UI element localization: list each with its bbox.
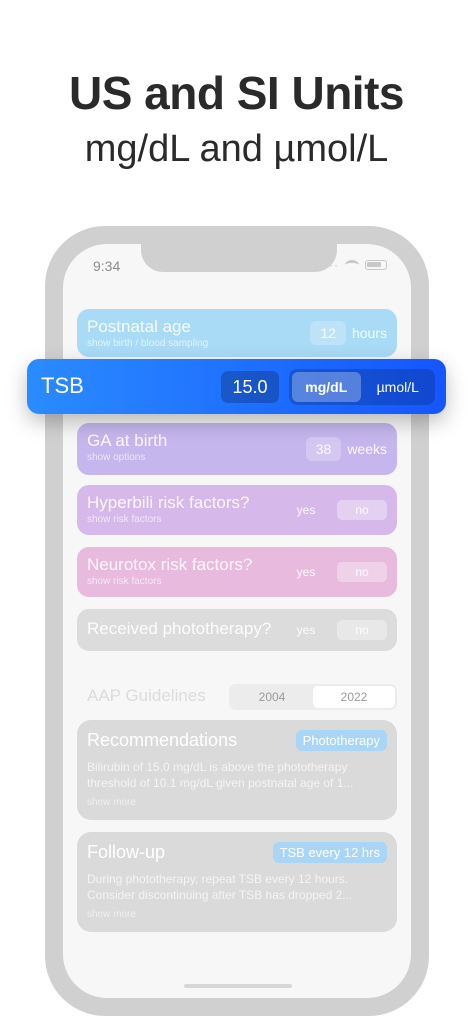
unit-segmented-control[interactable]: mg/dL µmol/L xyxy=(289,369,435,405)
ga-at-birth-unit: weeks xyxy=(347,441,387,457)
recommendations-body: Bilirubin of 15.0 mg/dL is above the pho… xyxy=(87,760,354,790)
followup-tag: TSB every 12 hrs xyxy=(272,842,387,863)
phototherapy-no-button[interactable]: no xyxy=(337,620,387,640)
recommendations-title: Recommendations xyxy=(87,730,238,750)
status-time: 9:34 xyxy=(93,258,121,274)
followup-body: During phototherapy, repeat TSB every 12… xyxy=(87,872,353,902)
ga-at-birth-card[interactable]: GA at birth show options 38 weeks xyxy=(77,423,397,475)
aap-option-2004[interactable]: 2004 xyxy=(231,686,313,708)
phone-frame: 9:34 ···· Postnatal age show birth / blo… xyxy=(45,226,429,1016)
aap-guidelines-label: AAP Guidelines xyxy=(87,686,206,705)
postnatal-age-card[interactable]: Postnatal age show birth / blood samplin… xyxy=(77,309,397,357)
recommendations-tag: Phototherapy xyxy=(295,730,387,751)
phone-screen: 9:34 ···· Postnatal age show birth / blo… xyxy=(63,244,411,998)
neurotox-no-button[interactable]: no xyxy=(337,562,387,582)
aap-option-2022[interactable]: 2022 xyxy=(313,686,395,708)
headline: US and SI Units xyxy=(69,67,404,119)
followup-card: Follow-up TSB every 12 hrs During photot… xyxy=(77,832,397,932)
postnatal-age-unit: hours xyxy=(351,325,387,341)
home-indicator[interactable] xyxy=(184,984,292,988)
neurotox-card: Neurotox risk factors? show risk factors… xyxy=(77,547,397,597)
wifi-icon xyxy=(345,260,359,270)
followup-show-more[interactable]: show more xyxy=(87,909,387,920)
tsb-label: TSB xyxy=(41,373,84,398)
unit-option-umoll[interactable]: µmol/L xyxy=(364,372,433,402)
battery-icon xyxy=(365,260,387,270)
postnatal-age-input[interactable]: 12 xyxy=(310,321,346,345)
status-icons: ···· xyxy=(319,258,387,272)
recommendations-card: Recommendations Phototherapy Bilirubin o… xyxy=(77,720,397,820)
aap-guidelines-segmented[interactable]: 2004 2022 xyxy=(229,684,397,710)
neurotox-yes-button[interactable]: yes xyxy=(281,562,331,582)
recommendations-show-more[interactable]: show more xyxy=(87,797,387,808)
ga-at-birth-input[interactable]: 38 xyxy=(305,437,342,461)
phototherapy-card: Received phototherapy? yes no xyxy=(77,609,397,651)
notch xyxy=(141,244,337,272)
tsb-value-input[interactable]: 15.0 xyxy=(221,371,279,403)
signal-icon: ···· xyxy=(319,258,339,272)
phototherapy-yes-button[interactable]: yes xyxy=(281,620,331,640)
subheadline: mg/dL and µmol/L xyxy=(84,128,389,170)
followup-title: Follow-up xyxy=(87,842,166,862)
aap-guidelines-row: AAP Guidelines 2004 2022 xyxy=(87,684,397,710)
hyperbili-no-button[interactable]: no xyxy=(337,500,387,520)
hyperbili-card: Hyperbili risk factors? show risk factor… xyxy=(77,485,397,535)
tsb-input-bar: TSB 15.0 mg/dL µmol/L xyxy=(27,359,446,414)
unit-option-mgdl[interactable]: mg/dL xyxy=(292,372,361,402)
hyperbili-yes-button[interactable]: yes xyxy=(281,500,331,520)
